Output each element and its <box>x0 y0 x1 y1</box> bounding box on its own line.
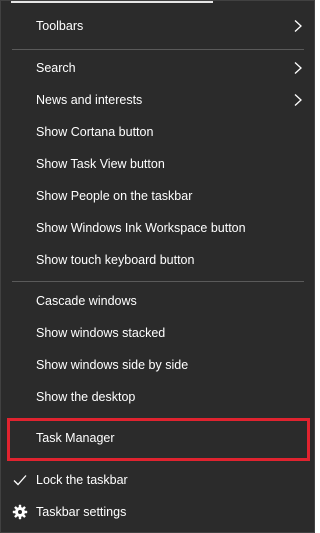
menu-item-show-touch-keyboard-button[interactable]: Show touch keyboard button <box>1 244 314 276</box>
menu-item-label: Cascade windows <box>36 294 137 308</box>
menu-item-label: Show windows stacked <box>36 326 166 340</box>
menu-separator <box>12 418 304 419</box>
menu-item-label: Show the desktop <box>36 390 136 404</box>
menu-item-label: Show Cortana button <box>36 125 154 139</box>
menu-separator <box>12 281 304 282</box>
menu-item-label: Lock the taskbar <box>36 473 128 487</box>
menu-item-label: Show windows side by side <box>36 358 189 372</box>
menu-item-toolbars[interactable]: Toolbars <box>1 10 314 42</box>
menu-separator <box>12 49 304 50</box>
gear-icon <box>12 504 28 520</box>
menu-item-label: Search <box>36 61 76 75</box>
menu-item-label: Taskbar settings <box>36 505 127 519</box>
menu-separator <box>12 459 304 460</box>
menu-item-show-people[interactable]: Show People on the taskbar <box>1 180 314 212</box>
chevron-right-icon <box>294 20 302 32</box>
menu-item-show-the-desktop[interactable]: Show the desktop <box>1 381 314 413</box>
menu-item-label: Toolbars <box>36 19 84 33</box>
chevron-right-icon <box>294 94 302 106</box>
menu-item-label: Task Manager <box>36 431 115 445</box>
menu-item-label: Show Task View button <box>36 157 165 171</box>
menu-item-cascade-windows[interactable]: Cascade windows <box>1 285 314 317</box>
menu-item-label: Show Windows Ink Workspace button <box>36 221 246 235</box>
menu-item-show-ink-workspace-button[interactable]: Show Windows Ink Workspace button <box>1 212 314 244</box>
menu-item-search[interactable]: Search <box>1 52 314 84</box>
taskbar-context-menu: Toolbars Search News and interests Show … <box>0 0 315 533</box>
menu-item-label: Show touch keyboard button <box>36 253 195 267</box>
menu-item-label: News and interests <box>36 93 143 107</box>
menu-item-show-windows-side-by-side[interactable]: Show windows side by side <box>1 349 314 381</box>
menu-item-label: Show People on the taskbar <box>36 189 193 203</box>
menu-item-show-cortana-button[interactable]: Show Cortana button <box>1 116 314 148</box>
menu-item-news-and-interests[interactable]: News and interests <box>1 84 314 116</box>
chevron-right-icon <box>294 62 302 74</box>
menu-item-lock-the-taskbar[interactable]: Lock the taskbar <box>1 464 314 496</box>
menu-item-task-manager[interactable]: Task Manager <box>1 422 314 454</box>
menu-top-edge <box>11 1 213 3</box>
menu-item-show-task-view-button[interactable]: Show Task View button <box>1 148 314 180</box>
menu-item-show-windows-stacked[interactable]: Show windows stacked <box>1 317 314 349</box>
menu-item-taskbar-settings[interactable]: Taskbar settings <box>1 496 314 528</box>
checkmark-icon <box>13 475 27 486</box>
